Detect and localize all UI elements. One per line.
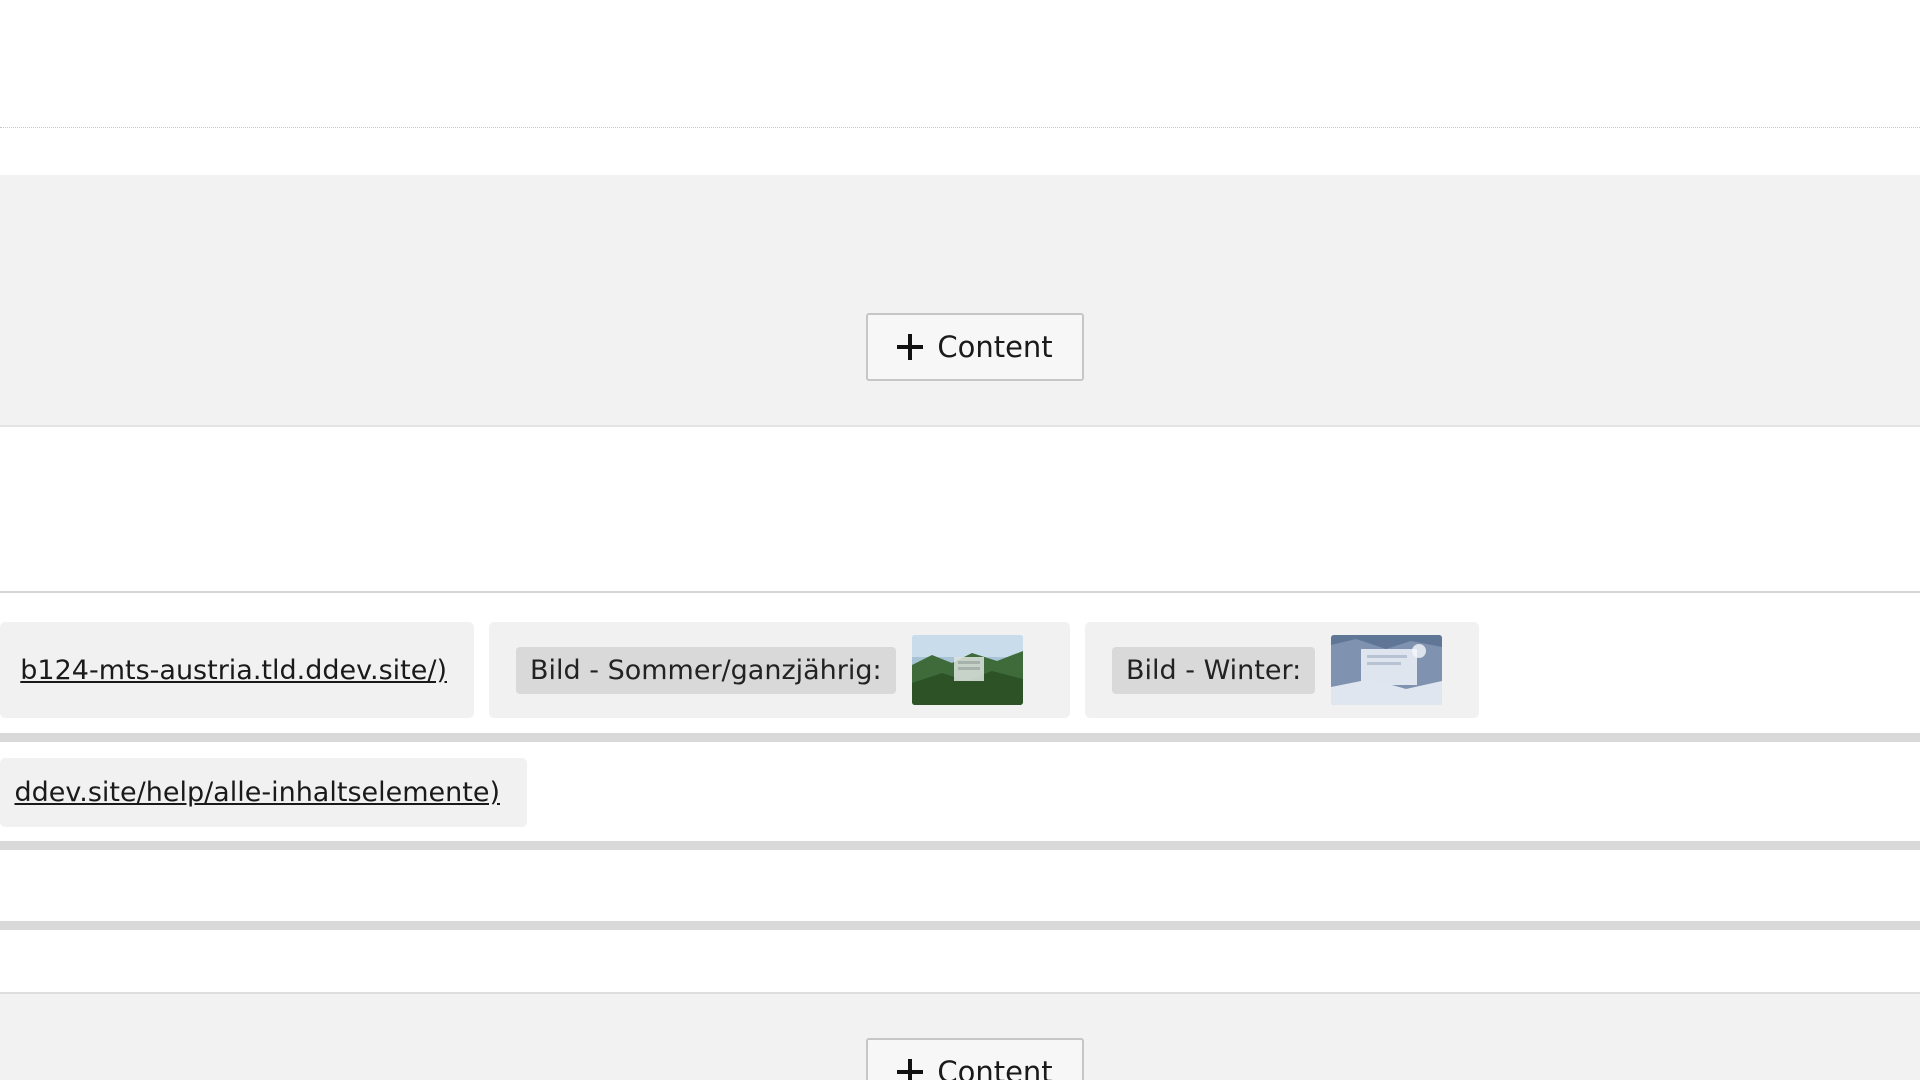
add-content-label: Content [937,330,1053,364]
add-content-label: Content [937,1055,1053,1080]
winter-landscape-thumbnail[interactable] [1331,635,1443,705]
image-winter-label: Bild - Winter: [1112,646,1316,694]
summer-landscape-thumbnail[interactable] [911,635,1023,705]
image-summer-label: Bild - Sommer/ganzjährig: [516,646,896,694]
plus-icon [897,1059,924,1080]
record-link[interactable]: b124-mts-austria.tld.ddev.site/) [20,655,447,686]
page-module-canvas: Content b124-mts-austria.tld.ddev.site/)… [0,0,1920,1080]
field-row-separator [0,733,1920,742]
link-field-chip: b124-mts-austria.tld.ddev.site/) [0,622,474,718]
content-dropzone-bottom: Content [0,992,1920,1080]
add-content-button[interactable]: Content [866,1038,1084,1080]
add-content-button[interactable]: Content [866,313,1084,381]
content-dropzone-top: Content [0,175,1920,427]
record-link[interactable]: ddev.site/help/alle-inhaltselemente) [15,777,501,808]
image-summer-field: Bild - Sommer/ganzjährig: [489,622,1070,718]
field-row-separator [0,841,1920,850]
image-winter-field: Bild - Winter: [1085,622,1479,718]
link-field-chip: ddev.site/help/alle-inhaltselemente) [0,758,527,827]
dotted-separator [0,127,1920,128]
field-row-separator [0,921,1920,930]
plus-icon [897,334,924,360]
content-element-top-border [0,591,1920,593]
